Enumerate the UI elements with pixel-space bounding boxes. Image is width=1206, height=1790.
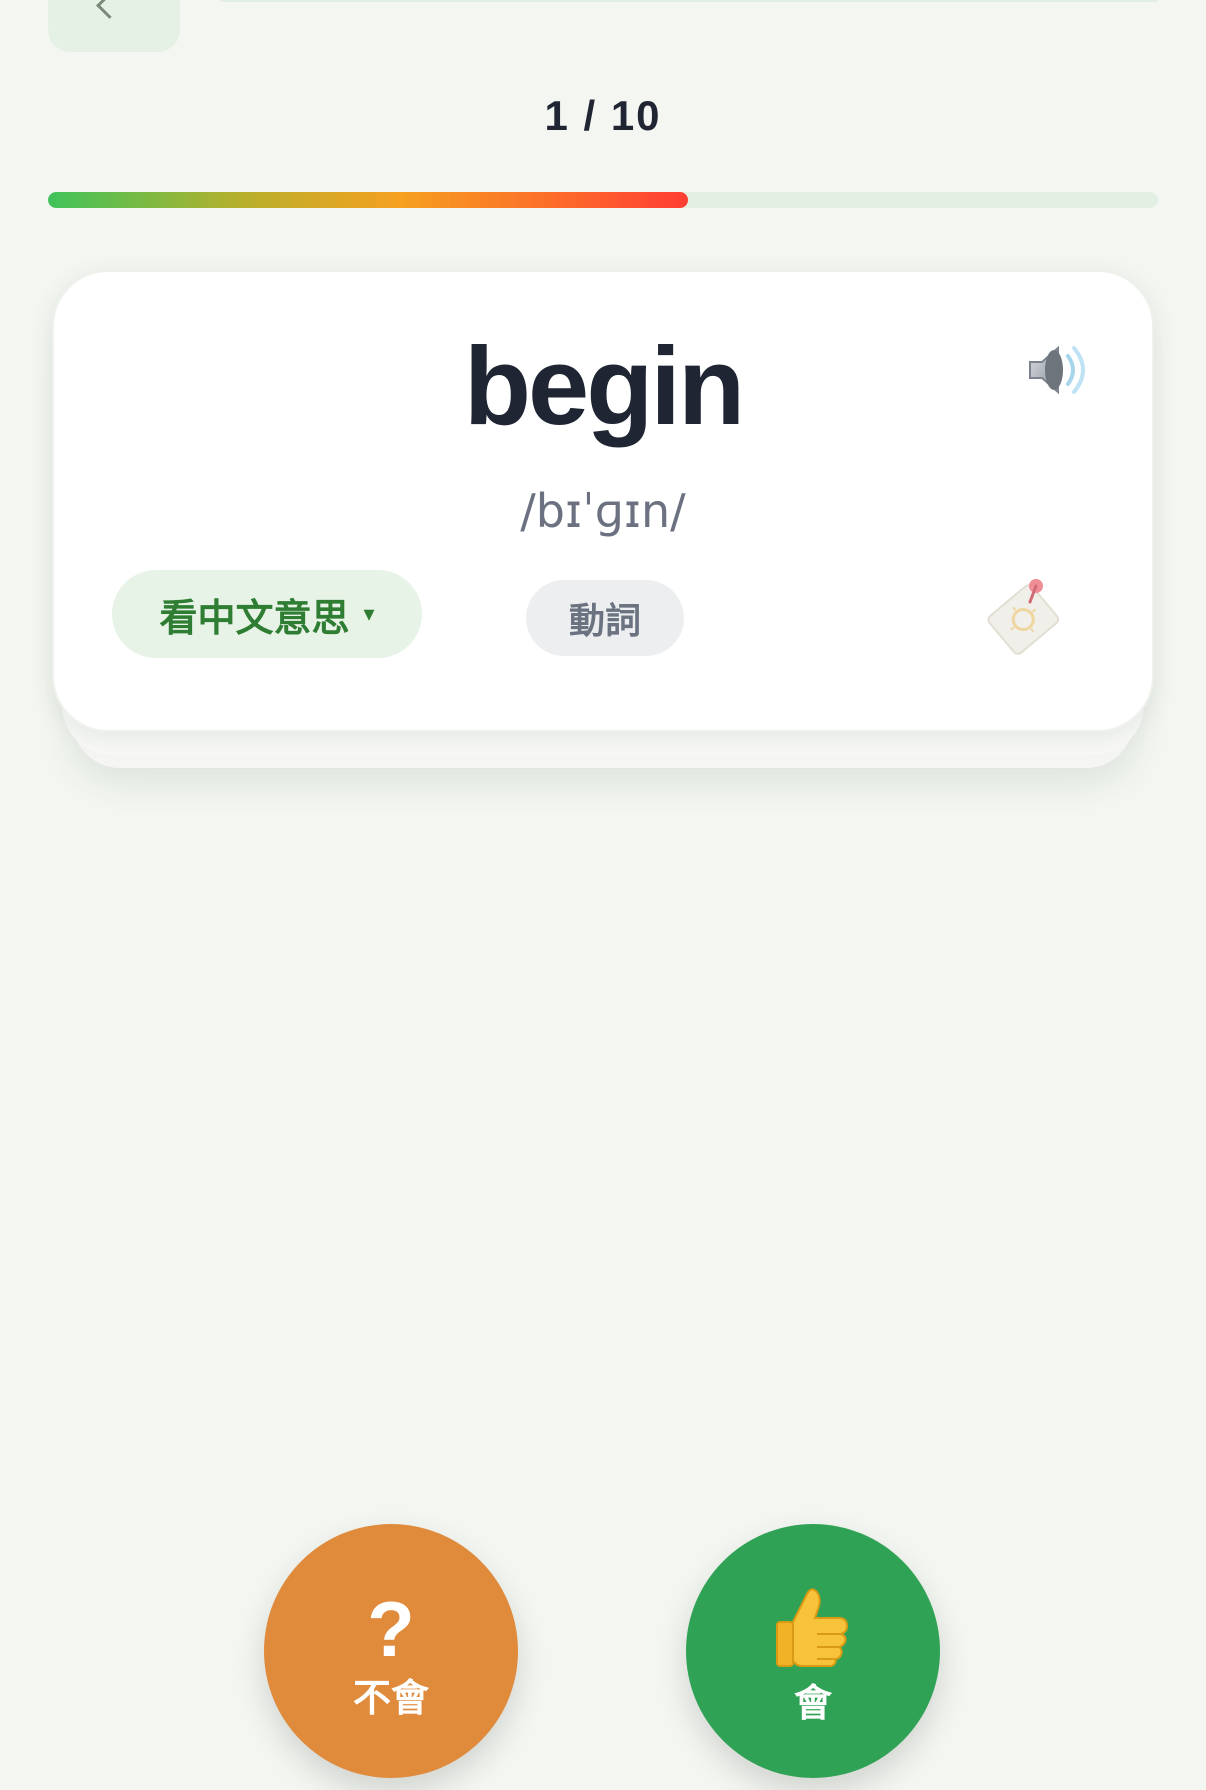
top-divider bbox=[220, 0, 1158, 2]
speaker-icon[interactable] bbox=[1024, 338, 1090, 400]
question-mark-icon: ? bbox=[367, 1585, 415, 1673]
progress-counter: 1 / 10 bbox=[544, 92, 662, 139]
back-button[interactable] bbox=[48, 0, 180, 52]
part-of-speech-badge: 動詞 bbox=[526, 580, 684, 656]
dont-know-label: 不會 bbox=[352, 1678, 429, 1720]
know-button[interactable]: 會 bbox=[686, 1524, 940, 1778]
show-meaning-button[interactable]: 看中文意思 ▾ bbox=[112, 570, 422, 658]
caret-down-icon: ▾ bbox=[363, 601, 375, 626]
flashcard: begin /bɪˈɡɪn/ 看中文意思 ▾ 動詞 bbox=[52, 270, 1154, 732]
show-meaning-label: 看中文意思 bbox=[159, 597, 350, 640]
chevron-left-icon bbox=[96, 0, 123, 19]
vocab-word: begin bbox=[463, 325, 745, 448]
know-label: 會 bbox=[793, 1682, 832, 1725]
dont-know-button[interactable]: ? 不會 bbox=[264, 1524, 518, 1778]
phonetic-transcription: /bɪˈɡɪn/ bbox=[520, 484, 686, 538]
thumbs-up-icon bbox=[773, 1580, 853, 1673]
progress-bar bbox=[48, 192, 1158, 208]
progress-bar-fill bbox=[48, 192, 689, 208]
bookmark-pin-icon[interactable] bbox=[980, 572, 1064, 656]
